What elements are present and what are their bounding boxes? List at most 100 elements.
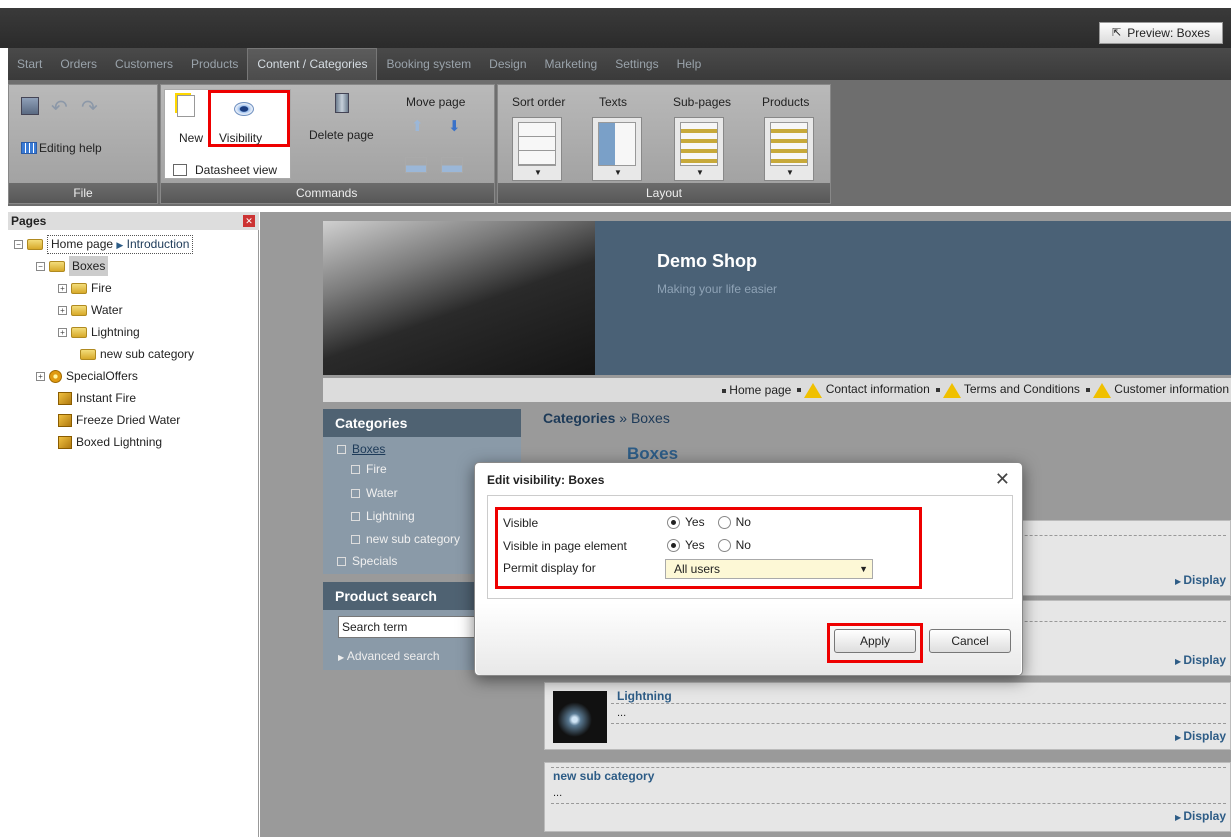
- breadcrumb: Categories » Boxes: [543, 410, 670, 426]
- warning-icon: [1092, 382, 1111, 398]
- file-group: ↶ ↷ Editing help File: [8, 84, 158, 204]
- tree-item-water[interactable]: + Water: [58, 300, 123, 320]
- tree-item-home[interactable]: − Home page ▶ Introduction: [14, 234, 194, 254]
- close-panel-icon[interactable]: ✕: [243, 215, 255, 227]
- category-lightning[interactable]: Lightning: [351, 509, 415, 523]
- search-term-input[interactable]: Search term: [338, 616, 478, 638]
- tree-item-lightning[interactable]: + Lightning: [58, 322, 140, 342]
- undo-icon[interactable]: ↶: [51, 95, 68, 120]
- move-right-icon[interactable]: [441, 157, 463, 173]
- expand-icon[interactable]: +: [58, 327, 67, 337]
- nav-home[interactable]: Home page: [722, 383, 791, 397]
- menu-help[interactable]: Help: [668, 48, 711, 80]
- menu-settings[interactable]: Settings: [606, 48, 667, 80]
- expand-icon[interactable]: +: [58, 305, 67, 315]
- cancel-button[interactable]: Cancel: [929, 629, 1011, 653]
- advanced-search-link[interactable]: ▶ Advanced search: [338, 649, 440, 663]
- permit-display-value: All users: [674, 562, 721, 576]
- product-name[interactable]: Lightning: [617, 689, 672, 703]
- move-down-icon[interactable]: ⬇: [448, 117, 461, 135]
- commands-group: New Visibility Datasheet view Delete pag…: [160, 84, 495, 204]
- category-boxes[interactable]: Boxes: [337, 442, 385, 456]
- bullet-icon: [351, 464, 360, 474]
- yes-label: Yes: [685, 538, 705, 552]
- datasheet-icon: [173, 164, 187, 176]
- sort-order-button[interactable]: ▼: [512, 117, 562, 181]
- expand-icon[interactable]: +: [58, 283, 67, 293]
- visible-no-radio[interactable]: [717, 515, 731, 529]
- sub-pages-button[interactable]: ▼: [674, 117, 724, 181]
- menu-start[interactable]: Start: [8, 48, 51, 80]
- bullet-icon: [351, 534, 360, 544]
- menu-booking-system[interactable]: Booking system: [377, 48, 480, 80]
- display-link[interactable]: ▶ Display: [1175, 809, 1226, 823]
- tree-item-instant-fire[interactable]: Instant Fire: [58, 388, 136, 408]
- tree-item-special-offers[interactable]: + SpecialOffers: [36, 366, 138, 386]
- editing-help-button[interactable]: Editing help: [39, 141, 102, 155]
- menu-design[interactable]: Design: [480, 48, 535, 80]
- menu-customers[interactable]: Customers: [106, 48, 182, 80]
- pages-title: Pages: [11, 214, 47, 228]
- collapse-icon[interactable]: −: [14, 239, 23, 249]
- redo-icon[interactable]: ↷: [81, 95, 98, 120]
- warning-icon: [804, 382, 823, 398]
- menu-marketing[interactable]: Marketing: [536, 48, 607, 80]
- menu-content-categories[interactable]: Content / Categories: [247, 48, 378, 80]
- new-button[interactable]: New: [179, 131, 203, 145]
- tree-label: Fire: [91, 281, 112, 295]
- apply-button[interactable]: Apply: [834, 629, 916, 653]
- visible-pe-no-radio[interactable]: [717, 538, 731, 552]
- folder-icon: [27, 238, 43, 250]
- no-label: No: [735, 538, 751, 552]
- tree-item-boxes[interactable]: − Boxes: [36, 256, 109, 276]
- delete-page-button[interactable]: Delete page: [309, 128, 374, 142]
- bullet-icon: [337, 556, 346, 566]
- collapse-icon[interactable]: −: [36, 261, 45, 271]
- nav-terms[interactable]: Terms and Conditions: [935, 382, 1080, 398]
- product-box-icon: [58, 413, 72, 427]
- texts-button[interactable]: ▼: [592, 117, 642, 181]
- category-water[interactable]: Water: [351, 486, 398, 500]
- breadcrumb-root[interactable]: Categories: [543, 410, 615, 426]
- tree-label: Instant Fire: [76, 391, 137, 405]
- move-up-icon[interactable]: ⬆: [411, 117, 424, 135]
- nav-contact[interactable]: Contact information: [797, 382, 930, 398]
- preview-label: Preview: Boxes: [1127, 26, 1210, 40]
- page-heading: Boxes: [627, 444, 679, 463]
- product-box-icon: [58, 391, 72, 405]
- permit-display-select[interactable]: All users ▼: [665, 559, 873, 579]
- nav-customer-info[interactable]: Customer information: [1085, 382, 1229, 398]
- display-link[interactable]: ▶ Display: [1175, 729, 1226, 743]
- display-link[interactable]: ▶ Display: [1175, 653, 1226, 667]
- preview-button[interactable]: ⇱ Preview: Boxes: [1099, 22, 1223, 44]
- menu-products[interactable]: Products: [182, 48, 247, 80]
- breadcrumb-separator: »: [619, 410, 628, 426]
- expand-icon[interactable]: +: [36, 371, 45, 381]
- datasheet-view-button[interactable]: Datasheet view: [195, 163, 277, 177]
- save-icon[interactable]: [21, 97, 39, 115]
- tree-label: Boxes: [69, 256, 109, 276]
- arrow-right-icon: ▶: [116, 239, 124, 250]
- category-fire[interactable]: Fire: [351, 462, 387, 476]
- product-name[interactable]: new sub category: [553, 769, 654, 783]
- category-specials[interactable]: Specials: [337, 554, 397, 568]
- tree-item-fire[interactable]: + Fire: [58, 278, 112, 298]
- display-link[interactable]: ▶ Display: [1175, 573, 1226, 587]
- close-icon[interactable]: ✕: [995, 469, 1010, 490]
- bullet-icon: [351, 488, 360, 498]
- ribbon: ↶ ↷ Editing help File New Visibility Dat…: [8, 80, 1231, 206]
- category-new-sub-category[interactable]: new sub category: [351, 532, 460, 546]
- visible-yes-radio[interactable]: [667, 515, 680, 529]
- layout-group: Sort order ▼ Texts ▼ Sub-pages ▼ Product…: [497, 84, 831, 204]
- menu-orders[interactable]: Orders: [51, 48, 106, 80]
- sub-pages-label: Sub-pages: [673, 95, 732, 109]
- tree-item-freeze-dried-water[interactable]: Freeze Dried Water: [58, 410, 180, 430]
- visibility-button[interactable]: Visibility: [219, 131, 262, 145]
- move-left-icon[interactable]: [405, 157, 427, 173]
- tree-item-new-sub-category[interactable]: new sub category: [80, 344, 194, 364]
- visible-pe-yes-radio[interactable]: [667, 538, 680, 552]
- special-icon: [49, 369, 62, 383]
- tree-item-boxed-lightning[interactable]: Boxed Lightning: [58, 432, 162, 452]
- products-button[interactable]: ▼: [764, 117, 814, 181]
- dialog-title: Edit visibility: Boxes: [487, 473, 605, 487]
